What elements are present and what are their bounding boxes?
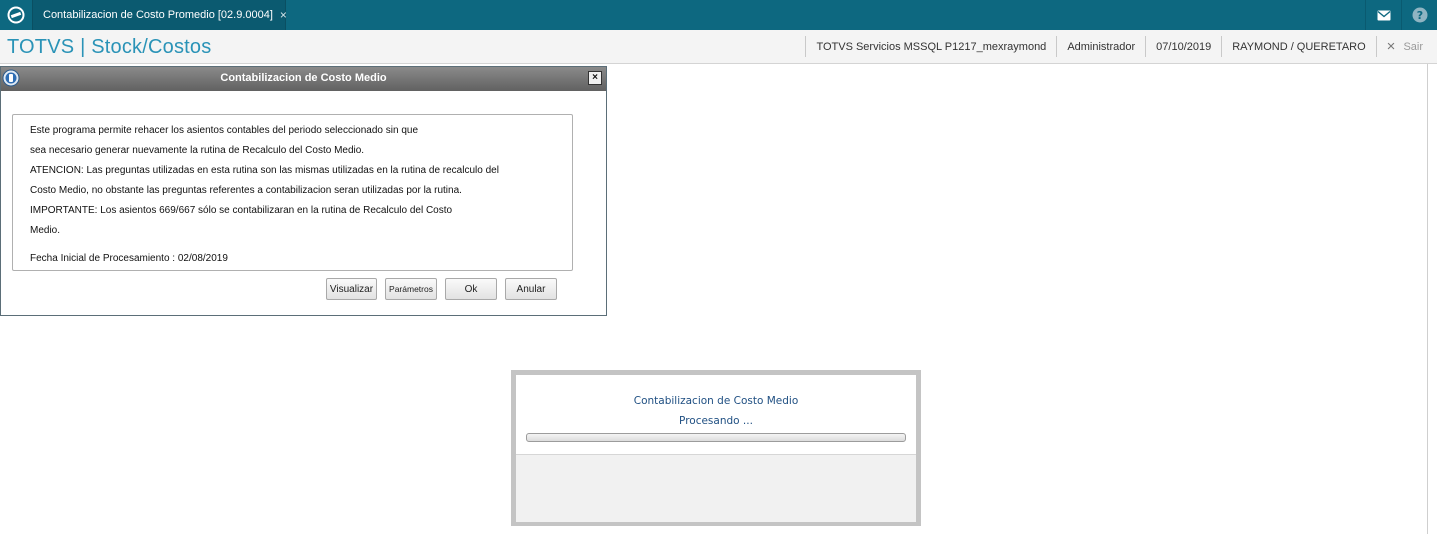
totvs-logo-icon[interactable]	[0, 0, 31, 30]
processing-window: Contabilizacion de Costo Medio Procesand…	[511, 370, 921, 526]
tab-contabilizacion[interactable]: Contabilizacion de Costo Promedio [02.9.…	[32, 0, 287, 30]
processing-title: Contabilizacion de Costo Medio	[633, 395, 799, 407]
message-line: IMPORTANTE: Los asientos 669/667 sólo se…	[30, 205, 453, 216]
ok-button[interactable]: Ok	[445, 278, 497, 300]
progress-bar	[526, 433, 906, 442]
app-header: TOTVS | Stock/Costos TOTVS Servicios MSS…	[0, 30, 1437, 64]
processing-footer	[516, 454, 916, 522]
user-label: Administrador	[1056, 36, 1145, 57]
message-line: sea necesario generar nuevamente la ruti…	[30, 145, 365, 156]
top-bar: Contabilizacion de Costo Promedio [02.9.…	[0, 0, 1437, 30]
environment-label: TOTVS Servicios MSSQL P1217_mexraymond	[805, 36, 1056, 57]
message-line: Este programa permite rehacer los asient…	[30, 125, 419, 136]
date-label: 07/10/2019	[1145, 36, 1221, 57]
processing-status: Procesando ...	[679, 415, 753, 427]
dialog-close-button[interactable]: ×	[588, 71, 602, 85]
dialog-title: Contabilizacion de Costo Medio	[220, 72, 387, 84]
dialog-title-bar[interactable]: Contabilizacion de Costo Medio ×	[1, 67, 606, 91]
exit-label: Sair	[1403, 40, 1423, 53]
cancel-button[interactable]: Anular	[505, 278, 557, 300]
branch-label: RAYMOND / QUERETARO	[1221, 36, 1375, 57]
app-brand: TOTVS | Stock/Costos	[7, 36, 212, 58]
main-area-border	[1427, 64, 1428, 534]
start-date-line: Fecha Inicial de Procesamiento : 02/08/2…	[30, 253, 228, 264]
message-line: ATENCION: Las preguntas utilizadas en es…	[30, 165, 499, 176]
contabilizacion-dialog: Contabilizacion de Costo Medio × Este pr…	[0, 66, 607, 316]
mail-icon[interactable]	[1365, 0, 1401, 30]
parameters-button[interactable]: Parámetros	[385, 278, 437, 300]
svg-text:?: ?	[1416, 9, 1422, 22]
message-panel: Este programa permite rehacer los asient…	[12, 114, 573, 271]
close-icon: ×	[1386, 38, 1396, 55]
message-line: Costo Medio, no obstante las preguntas r…	[30, 185, 462, 196]
message-line: Medio.	[30, 225, 61, 236]
processing-panel: Contabilizacion de Costo Medio Procesand…	[516, 375, 916, 454]
help-icon[interactable]: ?	[1401, 0, 1437, 30]
view-button[interactable]: Visualizar	[326, 278, 377, 300]
tab-close-icon[interactable]: ×	[280, 8, 287, 22]
tab-label: Contabilizacion de Costo Promedio [02.9.…	[43, 9, 273, 21]
exit-button[interactable]: × Sair	[1375, 36, 1431, 57]
